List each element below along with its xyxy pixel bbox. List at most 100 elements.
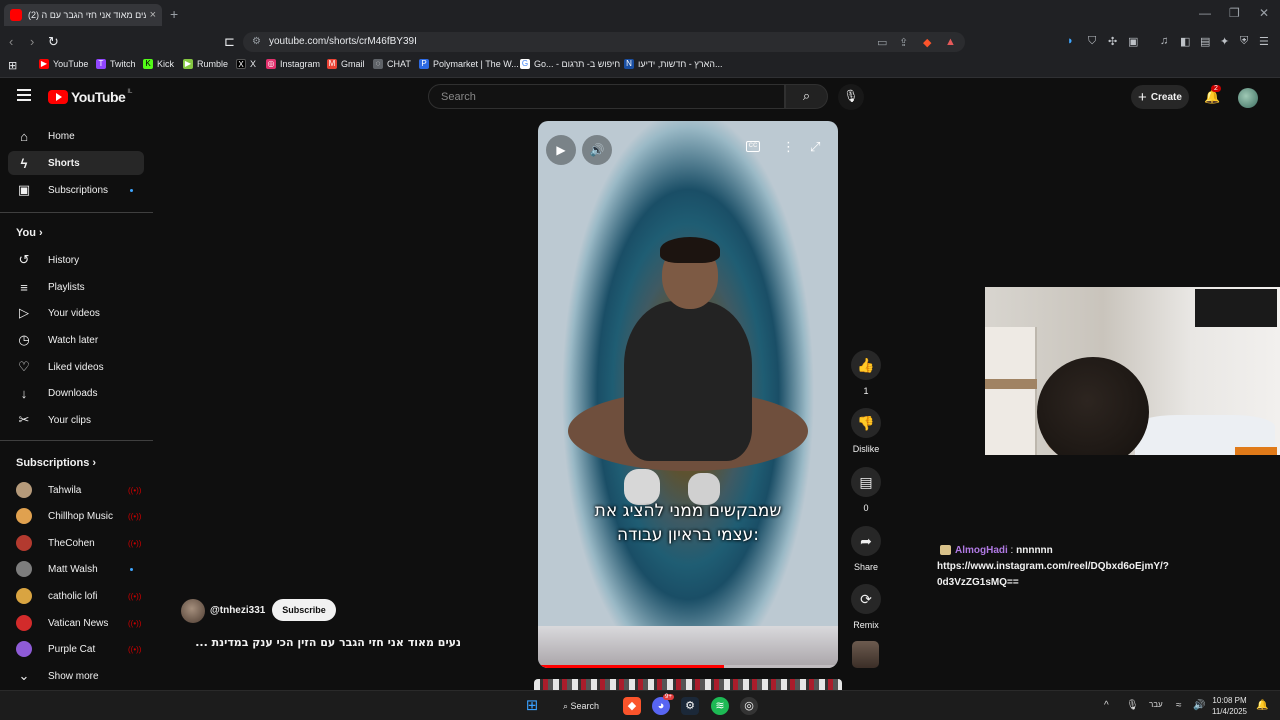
sidebar-item-watch-later[interactable]: ◷ Watch later	[8, 328, 144, 352]
bookmarks-bar: ⊞ ▶ YouTube T Twitch K Kick ▶ Rumble XX ◎ Ins…	[0, 54, 1280, 78]
search-input[interactable]: Search	[428, 84, 785, 109]
system-clock[interactable]: 10:08 PM 11/4/2025	[1212, 695, 1247, 717]
sidebar-item-history[interactable]: ↺ History	[8, 248, 144, 272]
bookmark-twitch[interactable]: T Twitch	[96, 59, 136, 69]
subscription-vatican-news[interactable]: Vatican News ((•))	[8, 611, 144, 635]
vpn-shield-icon[interactable]: ⛨	[1240, 35, 1248, 48]
taskbar-search[interactable]: ⌕ Search	[555, 696, 609, 716]
sidebar-item-downloads[interactable]: ↓ Downloads	[8, 381, 144, 405]
sidebar-item-your-clips[interactable]: ✂ Your clips	[8, 408, 144, 432]
brave-rewards-icon[interactable]: ▲	[945, 36, 956, 48]
forward-icon[interactable]: ›	[30, 34, 34, 49]
close-window-icon[interactable]: ✕	[1259, 6, 1269, 20]
create-button[interactable]: + Create	[1131, 85, 1189, 109]
show-hidden-icons-icon[interactable]: ^	[1104, 700, 1109, 711]
voice-search-button[interactable]: 🎙	[838, 84, 864, 110]
wallet-icon[interactable]: ▤	[1200, 35, 1210, 48]
media-icon[interactable]: ♫	[1160, 35, 1168, 47]
bookmark-youtube[interactable]: ▶ YouTube	[39, 59, 88, 69]
sidebar-show-more[interactable]: ⌄ Show more	[8, 664, 144, 688]
subscribe-button[interactable]: Subscribe	[272, 599, 336, 621]
comments-button[interactable]: ▤ 0	[847, 467, 885, 513]
cast-icon[interactable]: ▭	[877, 36, 887, 49]
volume-button[interactable]: 🔊	[582, 135, 612, 165]
remix-button[interactable]: ⟳ Remix	[847, 584, 885, 630]
subscription-purple-cat[interactable]: Purple Cat ((•))	[8, 637, 144, 661]
share-button[interactable]: ➦ Share	[847, 526, 885, 572]
sidebar-item-home[interactable]: ⌂ Home	[8, 124, 144, 148]
microphone-icon[interactable]: 🎙	[1126, 700, 1139, 711]
address-bar[interactable]: ⚙ youtube.com/shorts/crM46fBY39I ▭ ⇪ ◆ ▲	[243, 32, 965, 52]
volume-icon[interactable]: 🔊	[1193, 700, 1205, 711]
sidebar-icon[interactable]: ◧	[1180, 35, 1190, 48]
fullscreen-icon[interactable]: ⤢	[810, 139, 820, 155]
menu-icon[interactable]: ☰	[1259, 35, 1269, 48]
sidebar-item-shorts[interactable]: ϟ Shorts	[8, 151, 144, 175]
apps-grid-icon[interactable]: ⊞	[8, 59, 17, 72]
dislike-button[interactable]: 👎 Dislike	[847, 408, 885, 454]
tab-close-button[interactable]: ×	[150, 9, 156, 21]
youtube-logo[interactable]: YouTube IL	[48, 89, 132, 105]
channel-avatar[interactable]	[181, 599, 205, 623]
sidebar-item-liked-videos[interactable]: ♡ Liked videos	[8, 355, 144, 379]
brave-browser-icon[interactable]: ◆	[623, 697, 641, 715]
bookmark-google-translate[interactable]: G Go... - חיפוש ב- תרגום	[520, 59, 620, 69]
bookmark-haaretz[interactable]: N הארץ - חדשות, ידיעו...	[624, 59, 723, 69]
video-title[interactable]: נעים מאוד אני חזי הגבר עם הזין הכי ענק ב…	[181, 636, 461, 649]
bookmark-gmail[interactable]: M Gmail	[327, 59, 365, 69]
spotify-icon[interactable]: ≋	[711, 697, 729, 715]
windows-start-icon[interactable]: ⊞	[523, 697, 541, 715]
subscription-catholic-lofi[interactable]: catholic lofi ((•))	[8, 584, 144, 608]
browser-tab[interactable]: (2) נעים מאוד אני חזי הגבר עם ה ×	[4, 4, 162, 26]
subscription-matt-walsh[interactable]: Matt Walsh	[8, 557, 144, 581]
steam-icon[interactable]: ⚙	[681, 697, 699, 715]
extension-icon[interactable]: ✣	[1108, 35, 1117, 48]
subscription-chillhop-music[interactable]: Chillhop Music ((•))	[8, 504, 144, 528]
sidebar-item-subscriptions[interactable]: ▣ Subscriptions	[8, 178, 144, 202]
search-button[interactable]: ⌕	[785, 84, 828, 109]
restore-icon[interactable]: ❐	[1229, 6, 1240, 20]
notification-center-icon[interactable]: 🔔	[1256, 700, 1268, 711]
sidebar-item-playlists[interactable]: ≡ Playlists	[8, 275, 144, 299]
bookmark-polymarket[interactable]: P Polymarket | The W...	[419, 59, 519, 69]
like-button[interactable]: 👍 1	[847, 350, 885, 396]
notifications-button[interactable]: 🔔 2	[1204, 85, 1221, 105]
obs-icon[interactable]: ◎	[740, 697, 758, 715]
next-short-preview[interactable]	[534, 679, 842, 690]
minimize-icon[interactable]: —	[1199, 6, 1211, 20]
bookmark-instagram[interactable]: ◎ Instagram	[266, 59, 320, 69]
language-indicator[interactable]: עבר	[1149, 700, 1163, 709]
more-options-icon[interactable]: ⋮	[782, 139, 795, 155]
progress-bar[interactable]	[538, 665, 838, 668]
brave-shields-icon[interactable]: ◆	[923, 36, 931, 49]
site-info-icon[interactable]: ⚙	[252, 36, 261, 47]
guide-menu-icon[interactable]	[17, 89, 31, 101]
new-tab-button[interactable]: +	[170, 6, 178, 22]
bookmark-x[interactable]: XX	[236, 59, 256, 69]
play-button[interactable]: ▶	[546, 135, 576, 165]
reload-icon[interactable]: ↻	[48, 34, 59, 50]
leo-ai-icon[interactable]: ✦	[1220, 35, 1229, 48]
audio-icon[interactable]: ◗	[1067, 35, 1074, 47]
chat-link[interactable]: https://www.instagram.com/reel/DQbxd6oEj…	[937, 559, 1187, 591]
wifi-icon[interactable]: ≈	[1176, 700, 1182, 711]
sidebar-you-heading[interactable]: You ›	[16, 227, 43, 239]
bookmark-rumble[interactable]: ▶ Rumble	[183, 59, 228, 69]
sidebar-item-your-videos[interactable]: ▷ Your videos	[8, 301, 144, 325]
bookmark-kick[interactable]: K Kick	[143, 59, 174, 69]
share-page-icon[interactable]: ⇪	[899, 36, 908, 49]
bookmark-chat[interactable]: ◌ CHAT	[373, 59, 411, 69]
channel-handle[interactable]: @tnhezi331	[210, 605, 265, 616]
captions-icon[interactable]: CC	[746, 141, 760, 152]
subscription-thecohen[interactable]: TheCohen ((•))	[8, 531, 144, 555]
sound-thumbnail[interactable]	[852, 641, 879, 668]
shorts-video-player[interactable]: שמבקשים ממני להציג את עצמי בראיון עבודה:…	[538, 121, 838, 668]
account-avatar[interactable]	[1238, 88, 1258, 108]
kick-icon: K	[143, 59, 153, 69]
subscription-tahwila[interactable]: Tahwila ((•))	[8, 478, 144, 502]
bookmark-icon[interactable]: ⊏	[224, 34, 235, 50]
vpn-icon[interactable]: ⛉	[1088, 35, 1096, 48]
back-icon[interactable]: ‹	[9, 34, 13, 49]
sidebar-subscriptions-heading[interactable]: Subscriptions ›	[16, 457, 96, 469]
screenshot-icon[interactable]: ▣	[1128, 35, 1138, 48]
